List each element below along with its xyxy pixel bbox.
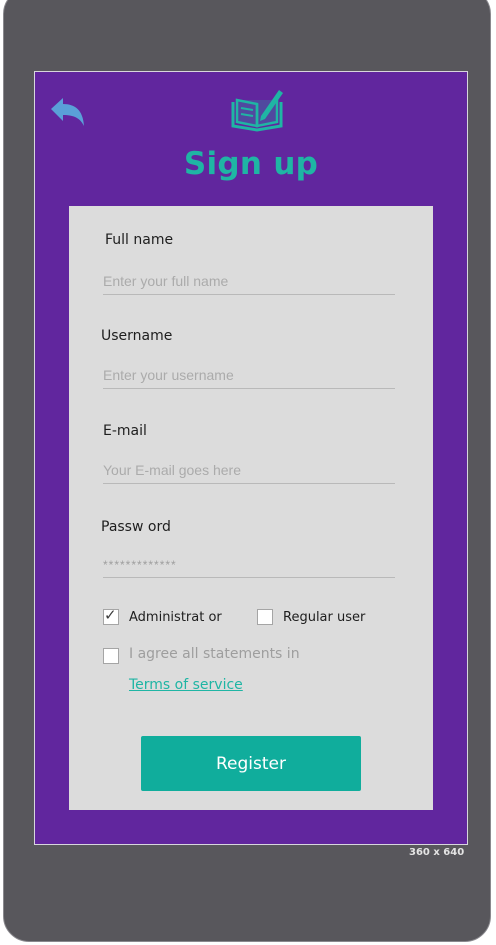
terms-of-service-link[interactable]: Terms of service bbox=[129, 677, 243, 693]
password-input[interactable] bbox=[103, 551, 395, 578]
book-pencil-icon bbox=[231, 90, 283, 132]
page-title: Sign up bbox=[183, 146, 319, 182]
agree-checkbox[interactable] bbox=[103, 648, 119, 664]
check-icon: ✓ bbox=[104, 606, 117, 624]
regular-user-label: Regular user bbox=[283, 610, 366, 625]
password-label: Passw ord bbox=[101, 519, 171, 535]
back-arrow-icon[interactable] bbox=[47, 96, 89, 132]
administrator-checkbox[interactable]: ✓ bbox=[103, 606, 119, 625]
username-input[interactable] bbox=[103, 362, 395, 389]
app-screen: Sign up Full name Username E-mail Passw … bbox=[34, 71, 468, 845]
register-button[interactable]: Register bbox=[141, 736, 361, 791]
full-name-label: Full name bbox=[105, 232, 174, 248]
full-name-input[interactable] bbox=[103, 268, 395, 295]
device-frame: Sign up Full name Username E-mail Passw … bbox=[3, 0, 491, 942]
username-label: Username bbox=[101, 328, 173, 344]
signup-form-card: Full name Username E-mail Passw ord ✓ Ad… bbox=[69, 206, 433, 810]
administrator-label: Administrat or bbox=[129, 610, 222, 625]
email-input[interactable] bbox=[103, 457, 395, 484]
email-label: E-mail bbox=[103, 423, 147, 439]
regular-user-checkbox[interactable] bbox=[257, 609, 273, 625]
frame-size-label: 360 x 640 bbox=[409, 847, 465, 858]
agree-label: I agree all statements in bbox=[129, 646, 300, 662]
